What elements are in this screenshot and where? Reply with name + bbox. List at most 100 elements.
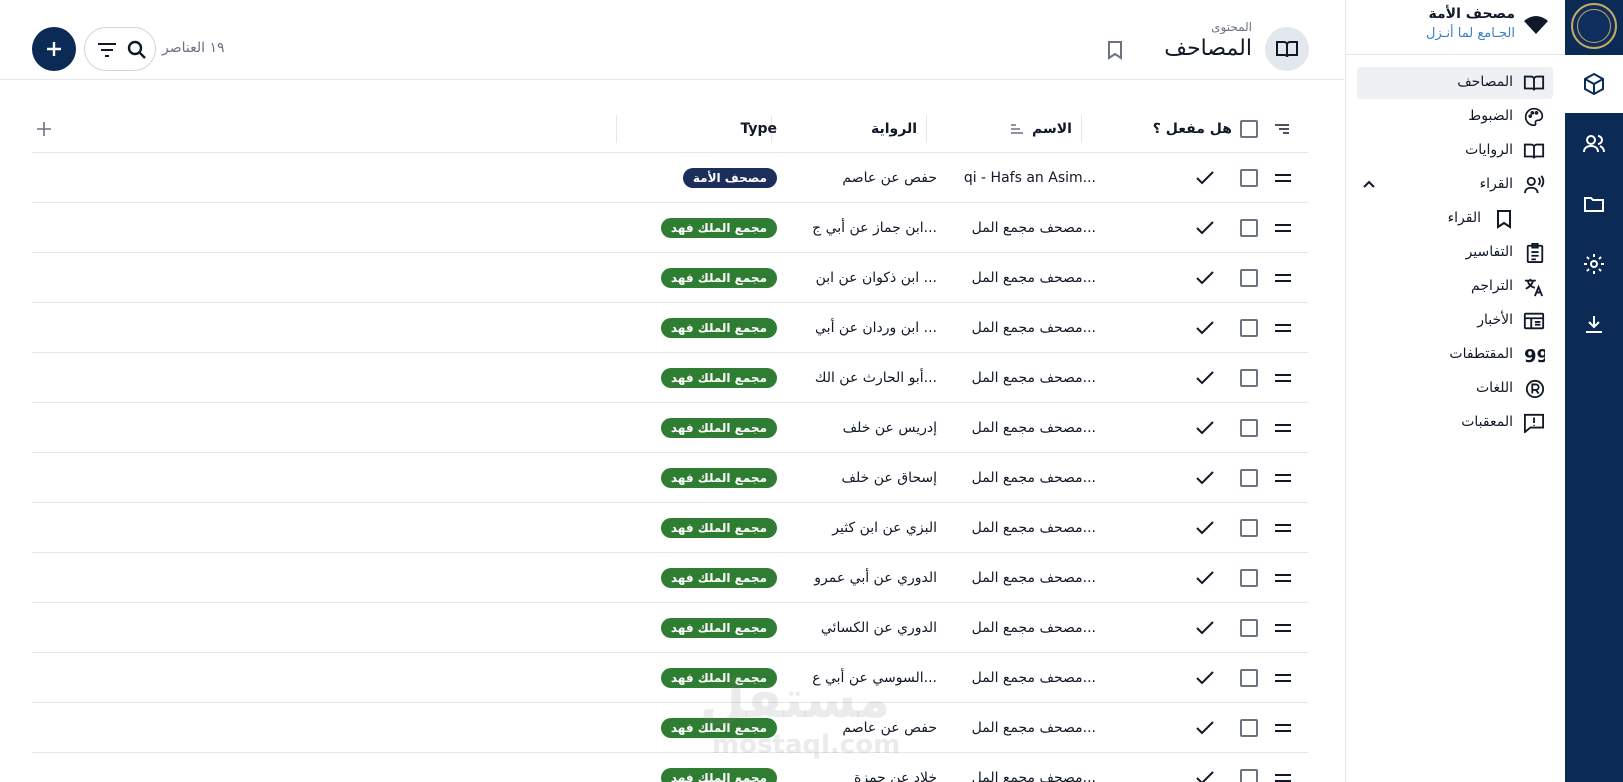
items-count: ١٩ العناصر [162, 40, 225, 56]
add-column-button[interactable] [36, 105, 52, 153]
drag-handle[interactable] [1274, 753, 1292, 782]
column-header-enabled[interactable]: هل مفعل ؟ [1092, 105, 1232, 153]
check-icon [1196, 371, 1214, 385]
table-row[interactable]: مصحف مجمع المل... حفص عن عاصم مجمع الملك… [32, 703, 1308, 753]
table-row[interactable]: مصحف مجمع المل... أبو الحارث عن الك... م… [32, 353, 1308, 403]
row-checkbox[interactable] [1240, 353, 1258, 403]
sidebar-item-muqtatafat[interactable]: 99 المقتطفات [1357, 339, 1553, 371]
cell-riwaya: إسحاق عن خلف [841, 470, 937, 486]
enabled-check [1196, 703, 1214, 753]
row-checkbox[interactable] [1240, 303, 1258, 353]
drag-handle[interactable] [1274, 403, 1292, 453]
rail-content-button[interactable] [1565, 55, 1623, 113]
book-open-icon [1276, 41, 1298, 58]
sidebar-item-label: الضبوط [1468, 108, 1513, 124]
rail-settings-button[interactable] [1565, 235, 1623, 293]
column-header-type[interactable]: Type [622, 105, 777, 153]
cell-type: مجمع الملك فهد [592, 303, 777, 353]
row-checkbox[interactable] [1240, 153, 1258, 203]
sidebar-item-qurra[interactable]: القراء [1357, 203, 1553, 235]
sidebar-item-qurra-group[interactable]: القراء [1357, 169, 1553, 201]
table-row[interactable]: مصحف مجمع المل... السوسي عن أبي ع... مجم… [32, 653, 1308, 703]
row-checkbox[interactable] [1240, 553, 1258, 603]
cell-riwaya: حفص عن عاصم [842, 170, 937, 186]
check-icon [1196, 521, 1214, 535]
drag-handle[interactable] [1274, 453, 1292, 503]
sidebar-item-muaqqibat[interactable]: المعقبات [1357, 407, 1553, 439]
table-row[interactable]: مصحف مجمع المل... ابن ذكوان عن ابن ... م… [32, 253, 1308, 303]
enabled-check [1196, 303, 1214, 353]
bookmark-icon[interactable] [1106, 40, 1124, 60]
row-checkbox[interactable] [1240, 253, 1258, 303]
drag-handle[interactable] [1274, 153, 1292, 203]
chevron-up-icon[interactable] [1361, 177, 1377, 193]
sidebar-item-masahif[interactable]: المصاحف [1357, 67, 1553, 99]
table-row[interactable]: qi - Hafs an Asim... حفص عن عاصم مصحف ال… [32, 153, 1308, 203]
table-row[interactable]: مصحف مجمع المل... الدوري عن الكسائي مجمع… [32, 603, 1308, 653]
table-row[interactable]: مصحف مجمع المل... خلاد عن حمزة مجمع المل… [32, 753, 1308, 782]
column-header-name[interactable]: الاسم [932, 105, 1072, 153]
cell-type: مجمع الملك فهد [592, 403, 777, 453]
drag-handle[interactable] [1274, 253, 1292, 303]
breadcrumb[interactable]: المحتوى [1211, 20, 1252, 34]
filter-icon[interactable] [97, 41, 117, 59]
row-checkbox[interactable] [1240, 753, 1258, 782]
sidebar-item-lughat[interactable]: اللغات [1357, 373, 1553, 405]
cell-riwaya: ابن وردان عن أبي ... [815, 320, 937, 336]
bookmark-icon [1497, 210, 1511, 229]
row-checkbox[interactable] [1240, 653, 1258, 703]
sidebar-item-riwayat[interactable]: الروايات [1357, 135, 1553, 167]
cell-riwaya: ابن جماز عن أبي ج... [812, 220, 937, 236]
news-icon [1523, 312, 1545, 330]
table-row[interactable]: مصحف مجمع المل... الدوري عن أبي عمرو مجم… [32, 553, 1308, 603]
sidebar-item-dhubut[interactable]: الضبوط [1357, 101, 1553, 133]
column-header-riwaya[interactable]: الرواية [772, 105, 917, 153]
rail-users-button[interactable] [1565, 115, 1623, 173]
row-checkbox[interactable] [1240, 503, 1258, 553]
table-row[interactable]: مصحف مجمع المل... إدريس عن خلف مجمع المل… [32, 403, 1308, 453]
watermark-arabic: مستقل [700, 670, 891, 730]
type-badge: مجمع الملك فهد [660, 618, 777, 638]
enabled-check [1196, 203, 1214, 253]
drag-handle[interactable] [1274, 203, 1292, 253]
drag-handle-icon [1275, 374, 1291, 382]
row-checkbox[interactable] [1240, 203, 1258, 253]
sidebar-item-tarajim[interactable]: التراجم [1357, 271, 1553, 303]
drag-handle[interactable] [1274, 603, 1292, 653]
table-row[interactable]: مصحف مجمع المل... ابن وردان عن أبي ... م… [32, 303, 1308, 353]
search-icon[interactable] [127, 40, 147, 60]
drag-handle[interactable] [1274, 303, 1292, 353]
column-settings-button[interactable] [1274, 105, 1290, 153]
check-icon [1196, 671, 1214, 685]
row-checkbox[interactable] [1240, 703, 1258, 753]
wifi-logo-icon [1524, 16, 1548, 34]
drag-handle-icon [1275, 324, 1291, 332]
sidebar-item-label: الروايات [1465, 142, 1513, 158]
row-checkbox[interactable] [1240, 403, 1258, 453]
brand-title: مصحف الأمة [1428, 6, 1515, 22]
rail-folder-button[interactable] [1565, 175, 1623, 233]
sidebar-item-tafasir[interactable]: التفاسير [1357, 237, 1553, 269]
type-badge: مجمع الملك فهد [660, 368, 777, 388]
drag-handle[interactable] [1274, 353, 1292, 403]
sidebar-item-akhbar[interactable]: الأخبار [1357, 305, 1553, 337]
check-icon [1196, 571, 1214, 585]
drag-handle[interactable] [1274, 703, 1292, 753]
table-row[interactable]: مصحف مجمع المل... البزي عن ابن كثير مجمع… [32, 503, 1308, 553]
select-all-checkbox[interactable] [1240, 105, 1258, 153]
type-badge: مجمع الملك فهد [660, 568, 777, 588]
cell-type: مجمع الملك فهد [592, 253, 777, 303]
row-checkbox[interactable] [1240, 603, 1258, 653]
reader-voice-icon [1524, 175, 1545, 194]
app-logo[interactable] [1571, 3, 1617, 49]
table-row[interactable]: مصحف مجمع المل... ابن جماز عن أبي ج... م… [32, 203, 1308, 253]
table-row[interactable]: مصحف مجمع المل... إسحاق عن خلف مجمع المل… [32, 453, 1308, 503]
enabled-check [1196, 403, 1214, 453]
row-checkbox[interactable] [1240, 453, 1258, 503]
quote-icon: 99 [1524, 346, 1545, 365]
drag-handle[interactable] [1274, 553, 1292, 603]
rail-download-button[interactable] [1565, 295, 1623, 353]
drag-handle[interactable] [1274, 653, 1292, 703]
drag-handle[interactable] [1274, 503, 1292, 553]
add-item-button[interactable] [32, 27, 76, 71]
